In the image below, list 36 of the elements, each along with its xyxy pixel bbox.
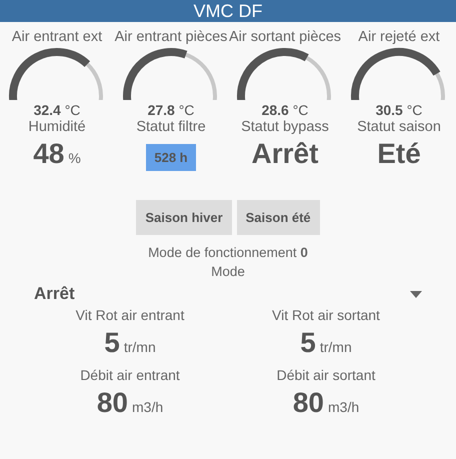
gauge-label: Air entrant ext [12, 28, 102, 46]
unit-label: tr/mn [124, 339, 156, 355]
unit-label: % [68, 150, 81, 166]
unit-label: tr/mn [320, 339, 352, 355]
reading-label: Vit Rot air entrant [76, 306, 184, 325]
status-value: Eté [377, 137, 421, 171]
status-value: Arrêt [252, 137, 318, 171]
reading-value: 80 [292, 386, 324, 420]
temperature-value: 30.5 °C [376, 102, 422, 118]
unit-label: m3/h [132, 399, 164, 415]
gauge-label: Air rejeté ext [358, 28, 440, 46]
status-label: Statut bypass [241, 118, 329, 136]
reading-label: Vit Rot air sortant [272, 306, 380, 325]
status-label: Statut filtre [136, 118, 206, 136]
mode-label: Mode [211, 263, 245, 281]
unit-label: m3/h [328, 399, 360, 415]
status-label: Statut saison [357, 118, 441, 136]
temperature-value: 32.4 °C [34, 102, 80, 118]
mode-status-text: Mode de fonctionnement 0 [148, 244, 308, 262]
reading-value: 80 [96, 386, 128, 420]
season-button[interactable]: Saison hiver [136, 200, 232, 235]
dropdown-caret-icon[interactable] [410, 290, 422, 298]
reading-value: 5 [300, 326, 316, 360]
mode-dropdown[interactable]: Arrêt [34, 284, 75, 304]
temperature-value: 27.8 °C [148, 102, 194, 118]
season-button[interactable]: Saison été [236, 200, 320, 235]
status-badge: 528 h [146, 144, 196, 171]
status-label: Humidité [28, 118, 86, 136]
gauge-label: Air entrant pièces [114, 28, 228, 46]
reading-label: Débit air sortant [276, 366, 376, 385]
temperature-value: 28.6 °C [262, 102, 308, 118]
status-value: 48 [33, 137, 64, 171]
window-title: VMC DF [0, 0, 456, 22]
reading-label: Débit air entrant [80, 366, 180, 385]
gauge-label: Air sortant pièces [228, 28, 342, 46]
reading-value: 5 [104, 326, 120, 360]
